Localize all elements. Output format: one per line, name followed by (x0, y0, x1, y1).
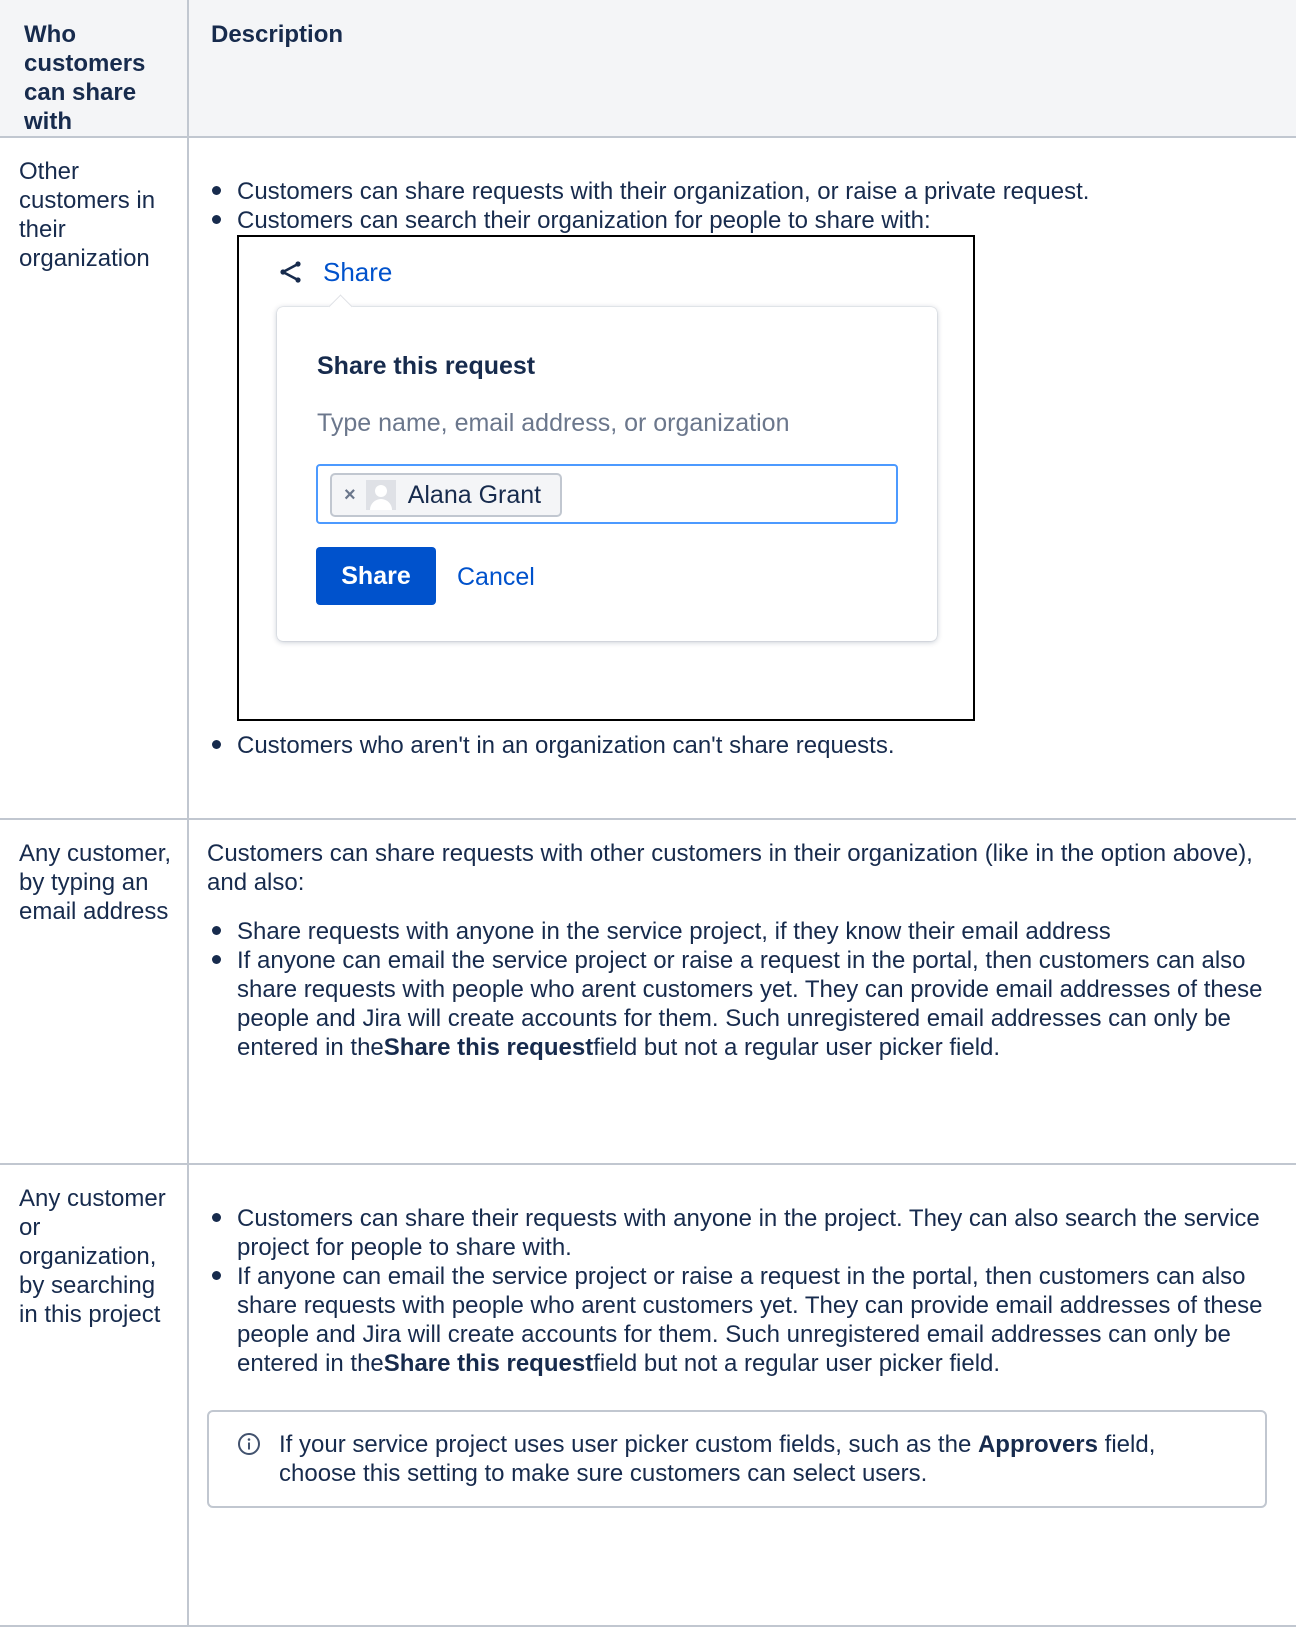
user-picker-input[interactable]: × Alana Grant (316, 464, 898, 524)
table-row: Any customer or organization, by searchi… (0, 1163, 1296, 1627)
list-item-text: Customers can search their organization … (237, 207, 931, 234)
table-header-row: Who customers can share with Description (0, 0, 1296, 138)
list-item: Share requests with anyone in the servic… (212, 917, 1280, 946)
who-cell: Other customers in their organization (0, 136, 189, 820)
list-item: Customers can search their organization … (212, 206, 1280, 721)
list-item: Customers who aren't in an organization … (212, 731, 1280, 760)
list-item: If anyone can email the service project … (212, 1262, 1280, 1378)
cancel-button[interactable]: Cancel (457, 562, 535, 592)
header-description: Description (187, 0, 1296, 138)
who-cell: Any customer, by typing an email address (0, 818, 189, 1165)
info-text: If your service project uses user picker… (279, 1430, 1215, 1488)
info-panel: If your service project uses user picker… (207, 1410, 1267, 1508)
info-icon (238, 1433, 260, 1455)
list-item: If anyone can email the service project … (212, 946, 1280, 1062)
avatar-icon (365, 480, 396, 510)
field-name: Share this request (383, 1034, 594, 1061)
description-cell: Customers can share requests with their … (187, 136, 1296, 820)
share-popup: Share this request Type name, email addr… (277, 294, 937, 641)
share-dialog-screenshot: Share Share this request Type name, emai… (237, 235, 975, 721)
table-row: Other customers in their organization Cu… (0, 136, 1296, 820)
list-item-text: field but not a regular user picker fiel… (593, 1350, 1001, 1377)
table-row: Any customer, by typing an email address… (0, 818, 1296, 1165)
who-text: Any customer or organization, by searchi… (19, 1185, 166, 1328)
picker-label: Type name, email address, or organizatio… (317, 409, 790, 437)
description-cell: Customers can share requests with other … (187, 818, 1296, 1165)
bullet-list: Share requests with anyone in the servic… (207, 917, 1280, 1062)
share-link[interactable]: Share (279, 257, 392, 287)
info-field-name: Approvers (977, 1431, 1098, 1458)
field-name: Share this request (383, 1350, 594, 1377)
bullet-list: Customers can share requests with their … (207, 177, 1280, 760)
who-cell: Any customer or organization, by searchi… (0, 1163, 189, 1627)
sharing-options-table: Who customers can share with Description… (0, 0, 1296, 1627)
remove-icon[interactable]: × (344, 485, 356, 505)
share-button[interactable]: Share (316, 547, 436, 605)
description-cell: Customers can share their requests with … (187, 1163, 1296, 1627)
list-item: Customers can share requests with their … (212, 177, 1280, 206)
list-item-text: field but not a regular user picker fiel… (593, 1034, 1001, 1061)
who-text: Any customer, by typing an email address (19, 840, 172, 925)
share-link-label[interactable]: Share (323, 257, 392, 287)
popup-arrow (328, 294, 353, 319)
popup-title: Share this request (317, 352, 536, 380)
selected-user-chip: × Alana Grant (330, 473, 562, 517)
share-icon (280, 261, 301, 283)
header-who: Who customers can share with (0, 0, 189, 138)
bullet-list: Customers can share their requests with … (207, 1204, 1280, 1378)
intro-text: Customers can share requests with other … (207, 840, 1253, 896)
info-text-part: If your service project uses user picker… (279, 1431, 978, 1458)
who-text: Other customers in their organization (19, 158, 156, 272)
list-item: Customers can share their requests with … (212, 1204, 1280, 1262)
chip-label: Alana Grant (407, 480, 542, 509)
